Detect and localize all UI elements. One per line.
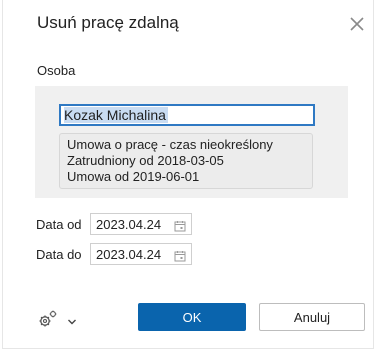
- employment-info-line: Zatrudniony od 2018-03-05: [67, 153, 224, 168]
- person-name-input[interactable]: Kozak Michalina: [59, 104, 315, 126]
- date-from-field[interactable]: 2023.04.24: [90, 213, 192, 235]
- date-from-value: 2023.04.24: [96, 217, 162, 232]
- employment-info-line: Umowa o pracę - czas nieokreślony: [67, 137, 273, 152]
- gear-icon[interactable]: [37, 309, 59, 334]
- ok-button[interactable]: OK: [138, 303, 246, 331]
- cancel-button[interactable]: Anuluj: [259, 303, 365, 331]
- person-section-label: Osoba: [37, 63, 76, 78]
- chevron-down-icon[interactable]: [67, 313, 77, 331]
- dialog-title: Usuń pracę zdalną: [37, 13, 179, 32]
- calendar-icon[interactable]: [174, 249, 186, 267]
- date-to-label: Data do: [36, 247, 82, 262]
- employment-info-box: Umowa o pracę - czas nieokreślony Zatrud…: [59, 133, 313, 189]
- calendar-icon[interactable]: [174, 219, 186, 237]
- date-from-label: Data od: [36, 217, 82, 232]
- remove-remote-work-dialog: Usuń pracę zdalną Osoba Kozak Michalina …: [2, 0, 374, 349]
- date-to-field[interactable]: 2023.04.24: [90, 243, 192, 265]
- person-name-value: Kozak Michalina: [64, 107, 168, 123]
- date-to-value: 2023.04.24: [96, 247, 162, 262]
- employment-info-line: Umowa od 2019-06-01: [67, 169, 200, 184]
- close-icon[interactable]: [347, 14, 367, 34]
